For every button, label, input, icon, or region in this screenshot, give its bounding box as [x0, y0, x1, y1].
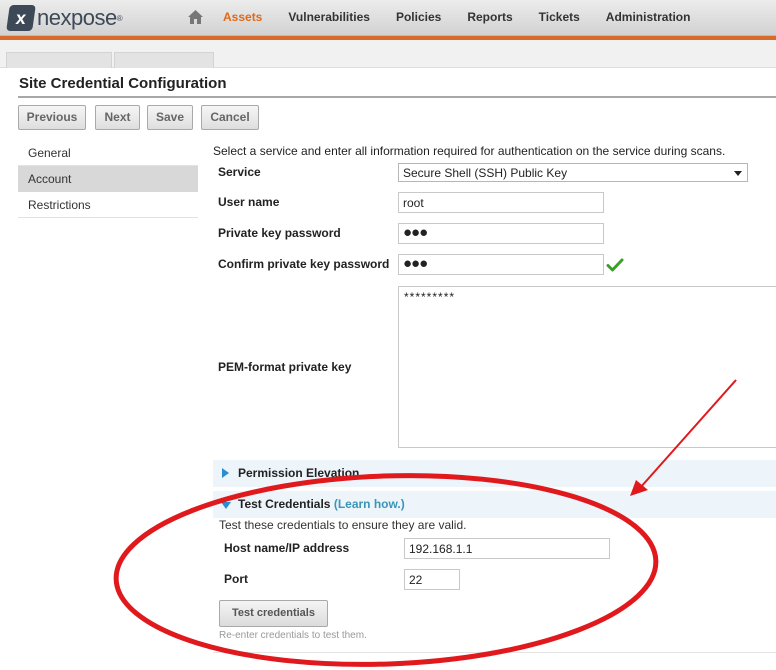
main-nav: Assets Vulnerabilities Policies Reports … — [210, 0, 703, 36]
port-input[interactable]: 22 — [404, 569, 460, 590]
save-button[interactable]: Save — [147, 105, 193, 130]
private-key-password-input[interactable]: ●●● — [398, 223, 604, 244]
pem-key-textarea[interactable]: ********* — [398, 286, 776, 448]
expand-arrow-icon[interactable] — [222, 468, 229, 478]
learn-how-link[interactable]: (Learn how.) — [334, 497, 405, 511]
host-label: Host name/IP address — [224, 541, 350, 555]
form-intro-text: Select a service and enter all informati… — [213, 144, 726, 158]
bottom-divider — [213, 652, 776, 653]
test-credentials-intro: Test these credentials to ensure they ar… — [219, 518, 467, 532]
service-label: Service — [218, 165, 261, 179]
subnav-tab[interactable] — [6, 52, 112, 68]
sub-navigation-bar — [0, 40, 776, 68]
top-navigation-bar: x nexpose ® Assets Vulnerabilities Polic… — [0, 0, 776, 36]
test-credentials-title[interactable]: Test Credentials — [238, 497, 330, 511]
home-icon[interactable] — [187, 9, 204, 25]
next-button[interactable]: Next — [95, 105, 140, 130]
nexpose-logo[interactable]: x nexpose ® — [6, 3, 123, 33]
nav-assets[interactable]: Assets — [210, 0, 275, 36]
pem-key-label: PEM-format private key — [218, 360, 352, 374]
nav-tickets[interactable]: Tickets — [526, 0, 593, 36]
test-credentials-button[interactable]: Test credentials — [219, 600, 328, 627]
logo-text: nexpose — [37, 5, 117, 30]
test-credentials-header: Test Credentials (Learn how.) — [238, 497, 405, 511]
previous-button[interactable]: Previous — [18, 105, 86, 130]
check-icon — [606, 258, 624, 272]
cancel-button[interactable]: Cancel — [201, 105, 259, 130]
nav-vulnerabilities[interactable]: Vulnerabilities — [275, 0, 383, 36]
logo-mark-icon: x — [6, 5, 36, 31]
select-arrow-icon — [734, 171, 742, 176]
nav-administration[interactable]: Administration — [593, 0, 704, 36]
sidebar-item-general[interactable]: General — [18, 140, 198, 166]
port-label: Port — [224, 572, 248, 586]
logo-registered-mark: ® — [116, 13, 123, 23]
nav-policies[interactable]: Policies — [383, 0, 454, 36]
subnav-tab[interactable] — [114, 52, 214, 68]
test-hint-text: Re-enter credentials to test them. — [219, 630, 367, 641]
sidebar-item-restrictions[interactable]: Restrictions — [18, 192, 198, 218]
sidebar-item-account[interactable]: Account — [18, 166, 198, 192]
username-input[interactable]: root — [398, 192, 604, 213]
confirm-password-input[interactable]: ●●● — [398, 254, 604, 275]
private-key-password-label: Private key password — [218, 226, 341, 240]
service-select-value: Secure Shell (SSH) Public Key — [403, 166, 568, 180]
title-divider — [18, 96, 776, 98]
page-title: Site Credential Configuration — [19, 75, 227, 92]
nav-reports[interactable]: Reports — [454, 0, 525, 36]
service-select[interactable]: Secure Shell (SSH) Public Key — [398, 163, 748, 182]
confirm-password-label: Confirm private key password — [218, 257, 390, 271]
username-label: User name — [218, 195, 280, 209]
host-input[interactable]: 192.168.1.1 — [404, 538, 610, 559]
permission-elevation-title[interactable]: Permission Elevation — [238, 466, 359, 480]
collapse-arrow-icon[interactable] — [221, 502, 231, 509]
